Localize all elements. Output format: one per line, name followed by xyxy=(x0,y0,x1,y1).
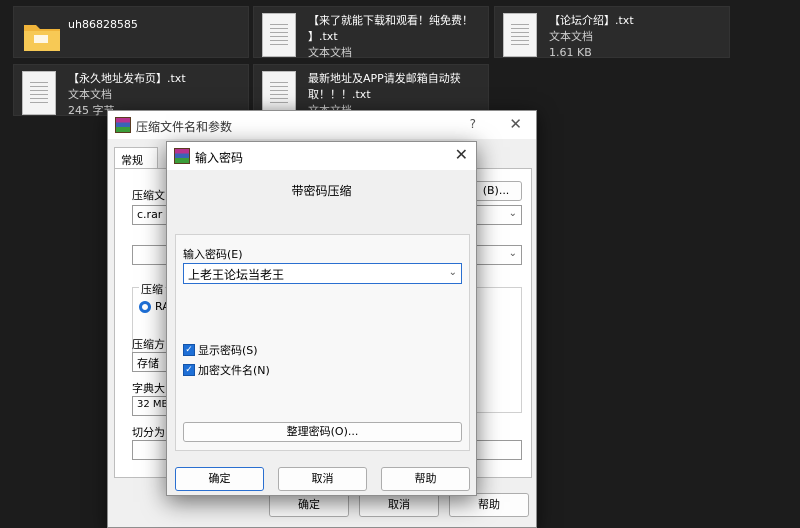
file-type: 文本文档 xyxy=(549,30,593,43)
archive-name-label: 压缩文 xyxy=(132,189,165,202)
dialog-title: 压缩文件名和参数 xyxy=(136,120,233,134)
file-tile-txt-3[interactable]: 【永久地址发布页】.txt 文本文档 245 字节 xyxy=(13,64,249,117)
file-type: 文本文档 xyxy=(68,88,112,101)
tab-general[interactable]: 常规 xyxy=(114,147,158,169)
format-radio[interactable] xyxy=(139,301,151,313)
ok-button[interactable]: 确定 xyxy=(175,467,264,491)
password-input[interactable]: 上老王论坛当老王 ⌄ xyxy=(183,263,462,284)
winrar-icon xyxy=(174,148,190,164)
method-label: 压缩方 xyxy=(132,338,165,351)
file-type: 文本文档 xyxy=(308,46,352,59)
screen: uh86828585 【来了就能下载和观看！纯免费！ 】.txt 文本文档 【论… xyxy=(0,0,800,528)
file-name: 【论坛介绍】.txt xyxy=(549,14,634,27)
show-password-label: 显示密码(S) xyxy=(198,344,258,357)
organize-passwords-button[interactable]: 整理密码(O)... xyxy=(183,422,462,442)
file-tile-folder[interactable]: uh86828585 xyxy=(13,6,249,58)
winrar-icon xyxy=(115,117,131,133)
file-tile-txt-1[interactable]: 【来了就能下载和观看！纯免费！ 】.txt 文本文档 xyxy=(253,6,489,59)
chevron-down-icon[interactable]: ⌄ xyxy=(509,248,517,259)
dialog-titlebar: 压缩文件名和参数 ? ✕ xyxy=(108,111,536,139)
password-value: 上老王论坛当老王 xyxy=(188,268,285,282)
back-cancel-button[interactable]: 取消 xyxy=(359,493,439,517)
back-ok-button[interactable]: 确定 xyxy=(269,493,349,517)
file-name-cont: 】.txt xyxy=(308,30,338,43)
text-document-icon xyxy=(262,71,296,115)
help-icon[interactable]: ? xyxy=(470,117,476,131)
help-button[interactable]: 帮助 xyxy=(381,467,470,491)
show-password-checkbox[interactable]: ✓ 显示密码(S) xyxy=(183,342,258,358)
encrypt-names-checkbox[interactable]: ✓ 加密文件名(N) xyxy=(183,362,270,378)
split-label: 切分为 xyxy=(132,426,165,439)
dialog-title: 输入密码 xyxy=(195,151,244,165)
file-tile-txt-4[interactable]: 最新地址及APP请发邮箱自动获 取！！！.txt 文本文档 xyxy=(253,64,489,117)
text-document-icon xyxy=(503,13,537,57)
file-size: 1.61 KB xyxy=(549,46,592,59)
dialog-titlebar: 输入密码 ✕ xyxy=(167,142,476,170)
dialog-heading: 带密码压缩 xyxy=(291,184,352,198)
back-help-button[interactable]: 帮助 xyxy=(449,493,529,517)
encrypt-names-label: 加密文件名(N) xyxy=(198,364,270,377)
file-name: 最新地址及APP请发邮箱自动获 xyxy=(308,72,461,85)
file-name: 【来了就能下载和观看！纯免费！ xyxy=(308,14,473,27)
file-tile-txt-2[interactable]: 【论坛介绍】.txt 文本文档 1.61 KB xyxy=(494,6,730,59)
file-name: 【永久地址发布页】.txt xyxy=(68,72,186,85)
browse-button[interactable]: (B)... xyxy=(470,181,522,201)
archive-name-value: c.rar xyxy=(137,208,163,221)
folder-icon xyxy=(22,13,60,57)
check-icon: ✓ xyxy=(183,344,195,356)
file-name-cont: 取！！！.txt xyxy=(308,88,371,101)
text-document-icon xyxy=(262,13,296,57)
dict-label: 字典大 xyxy=(132,382,165,395)
chevron-down-icon[interactable]: ⌄ xyxy=(449,267,457,278)
close-icon[interactable]: ✕ xyxy=(455,145,468,164)
password-dialog: 输入密码 ✕ 带密码压缩 输入密码(E) 上老王论坛当老王 ⌄ ✓ 显示密码(S… xyxy=(166,141,477,496)
check-icon: ✓ xyxy=(183,364,195,376)
chevron-down-icon[interactable]: ⌄ xyxy=(509,208,517,219)
text-document-icon xyxy=(22,71,56,115)
file-name: uh86828585 xyxy=(68,18,138,31)
password-label: 输入密码(E) xyxy=(183,248,243,261)
close-icon[interactable]: ✕ xyxy=(509,115,522,133)
format-label: 压缩 xyxy=(139,281,165,297)
cancel-button[interactable]: 取消 xyxy=(278,467,367,491)
